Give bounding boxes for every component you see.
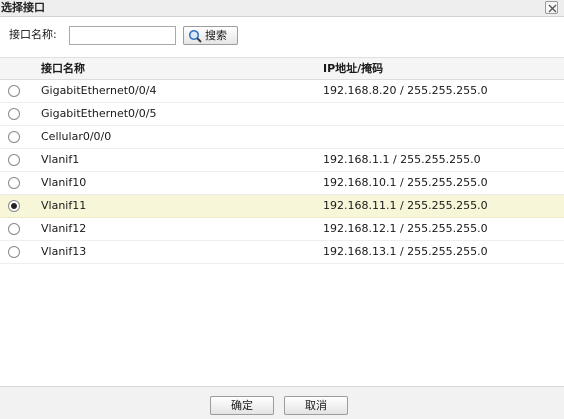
table-row[interactable]: Vlanif13 192.168.13.1 / 255.255.255.0 — [0, 241, 564, 264]
radio-selected-dot — [11, 203, 17, 209]
table-row[interactable]: GigabitEthernet0/0/4 192.168.8.20 / 255.2… — [0, 80, 564, 103]
search-label: 接口名称: — [9, 28, 57, 41]
row-radio[interactable] — [8, 108, 20, 120]
row-radio[interactable] — [8, 85, 20, 97]
ip-mask-cell: 192.168.13.1 / 255.255.255.0 — [323, 245, 488, 258]
interface-name-cell: Vlanif12 — [41, 222, 87, 235]
ip-mask-cell: 192.168.10.1 / 255.255.255.0 — [323, 176, 488, 189]
row-radio[interactable] — [8, 246, 20, 258]
interface-name-cell: Cellular0/0/0 — [41, 130, 112, 143]
table-row[interactable]: Cellular0/0/0 — [0, 126, 564, 149]
table-row[interactable]: Vlanif10 192.168.10.1 / 255.255.255.0 — [0, 172, 564, 195]
table-row[interactable]: GigabitEthernet0/0/5 — [0, 103, 564, 126]
ip-mask-cell: 192.168.1.1 / 255.255.255.0 — [323, 153, 481, 166]
row-radio[interactable] — [8, 154, 20, 166]
interface-name-cell: Vlanif1 — [41, 153, 80, 166]
ok-button[interactable]: 确定 — [210, 396, 274, 415]
cancel-button[interactable]: 取消 — [284, 396, 348, 415]
table-row[interactable]: Vlanif1 192.168.1.1 / 255.255.255.0 — [0, 149, 564, 172]
dialog-title: 选择接口 — [1, 1, 45, 14]
column-header-ip-mask: IP地址/掩码 — [323, 62, 384, 75]
table-row[interactable]: Vlanif12 192.168.12.1 / 255.255.255.0 — [0, 218, 564, 241]
ip-mask-cell: 192.168.8.20 / 255.255.255.0 — [323, 84, 488, 97]
search-bar: 接口名称: 搜索 — [0, 17, 564, 55]
row-radio[interactable] — [8, 177, 20, 189]
interface-name-cell: Vlanif13 — [41, 245, 87, 258]
dialog-footer: 确定 取消 — [0, 386, 564, 419]
table-row[interactable]: Vlanif11 192.168.11.1 / 255.255.255.0 — [0, 195, 564, 218]
ip-mask-cell: 192.168.12.1 / 255.255.255.0 — [323, 222, 488, 235]
interface-name-cell: GigabitEthernet0/0/5 — [41, 107, 157, 120]
interface-name-cell: GigabitEthernet0/0/4 — [41, 84, 157, 97]
search-button-label: 搜索 — [205, 29, 227, 42]
search-input[interactable] — [69, 26, 176, 45]
row-radio[interactable] — [8, 223, 20, 235]
table-header: 接口名称 IP地址/掩码 — [0, 57, 564, 80]
interface-name-cell: Vlanif11 — [41, 199, 87, 212]
magnifier-icon — [188, 29, 202, 43]
close-button[interactable] — [545, 1, 558, 14]
dialog-titlebar: 选择接口 — [0, 0, 564, 17]
row-radio[interactable] — [8, 131, 20, 143]
interface-name-cell: Vlanif10 — [41, 176, 87, 189]
column-header-interface-name: 接口名称 — [41, 62, 85, 75]
ip-mask-cell: 192.168.11.1 / 255.255.255.0 — [323, 199, 488, 212]
close-icon — [548, 4, 557, 13]
row-radio[interactable] — [8, 200, 20, 212]
search-button[interactable]: 搜索 — [183, 26, 238, 45]
